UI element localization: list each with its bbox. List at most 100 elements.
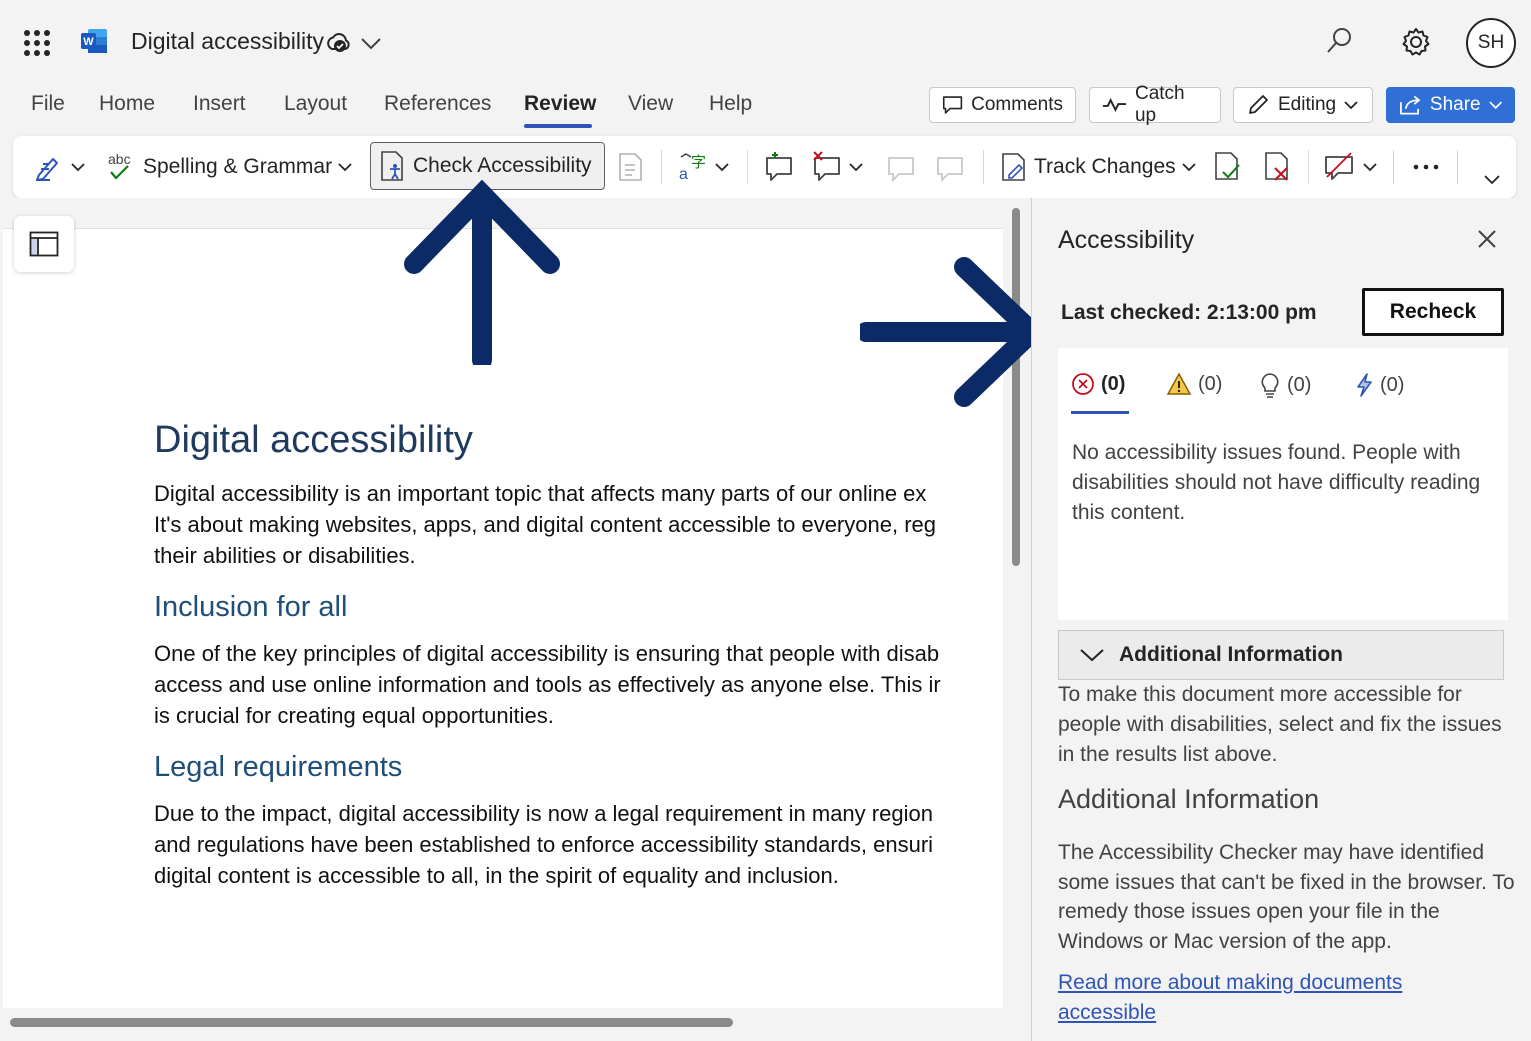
- warning-icon: [1166, 372, 1192, 395]
- delete-comment-icon: [813, 151, 840, 181]
- tab-file[interactable]: File: [31, 92, 65, 116]
- spelling-grammar-button[interactable]: abc Spelling & Grammar: [107, 146, 352, 188]
- translate-icon: a 字: [679, 153, 706, 183]
- share-icon: [1400, 95, 1421, 115]
- chevron-down-icon[interactable]: [360, 35, 382, 51]
- active-tab-indicator: [524, 124, 592, 128]
- editing-label: Editing: [1278, 94, 1337, 115]
- heading-inclusion: Inclusion for all: [154, 591, 348, 623]
- editor-button[interactable]: [33, 146, 85, 188]
- tab-home[interactable]: Home: [99, 92, 155, 116]
- editor-pen-icon: [36, 158, 58, 181]
- paragraph-line: and regulations have been established to…: [154, 832, 934, 857]
- chevron-down-icon: [1488, 101, 1502, 110]
- svg-text:W: W: [83, 36, 94, 48]
- paragraph-line: Digital accessibility is an important to…: [154, 481, 927, 506]
- ribbon-toolbar: abc Spelling & Grammar Check Accessibili…: [13, 136, 1516, 198]
- reject-change-icon[interactable]: [1263, 146, 1293, 188]
- errors-tab[interactable]: (0): [1071, 372, 1125, 396]
- svg-text:abc: abc: [108, 151, 131, 167]
- svg-text:字: 字: [691, 153, 706, 171]
- tab-help[interactable]: Help: [709, 92, 752, 116]
- app-launcher-icon[interactable]: [24, 30, 50, 56]
- more-options-icon[interactable]: [1411, 146, 1441, 188]
- tab-insert[interactable]: Insert: [193, 92, 246, 116]
- search-icon[interactable]: [1324, 26, 1354, 56]
- read-more-link[interactable]: Read more about making documents accessi…: [1058, 968, 1478, 1027]
- warnings-count: (0): [1198, 372, 1223, 395]
- close-icon[interactable]: [1476, 228, 1498, 250]
- expand-ribbon-icon[interactable]: [1483, 158, 1501, 200]
- results-panel: (0) (0) (0) (0) No accessibility issues …: [1058, 348, 1508, 620]
- last-checked-time: Last checked: 2:13:00 pm: [1061, 301, 1317, 324]
- previous-comment-icon[interactable]: [885, 146, 917, 188]
- word-logo-icon: W: [81, 29, 107, 53]
- accessibility-pane: Accessibility Last checked: 2:13:00 pm R…: [1031, 198, 1531, 1041]
- paragraph-line: is crucial for creating equal opportunit…: [154, 703, 554, 728]
- annotation-arrow-right: [860, 257, 1047, 407]
- paragraph-line: Due to the impact, digital accessibility…: [154, 801, 933, 826]
- tab-view[interactable]: View: [628, 92, 673, 116]
- comment-icon: [942, 96, 963, 114]
- markup-button[interactable]: [1323, 146, 1377, 188]
- active-results-tab-indicator: [1071, 411, 1129, 414]
- document-title[interactable]: Digital accessibility: [131, 28, 324, 55]
- no-issues-message: No accessibility issues found. People wi…: [1072, 441, 1481, 524]
- chevron-down-icon: [715, 163, 729, 172]
- chevron-down-icon: [1080, 649, 1104, 662]
- heading-legal: Legal requirements: [154, 751, 403, 783]
- delete-comment-button[interactable]: [811, 146, 863, 188]
- paragraph-3: Due to the impact, digital accessibility…: [154, 798, 933, 891]
- document-heading: Digital accessibility: [154, 419, 473, 461]
- catch-up-button[interactable]: Catch up: [1089, 83, 1221, 126]
- chevron-down-icon: [338, 163, 352, 172]
- editing-mode-button[interactable]: Editing: [1233, 87, 1373, 123]
- next-comment-icon[interactable]: [934, 146, 966, 188]
- document-details-icon[interactable]: [617, 146, 645, 188]
- error-circle-icon: [1072, 373, 1094, 395]
- lightbulb-icon: [1261, 373, 1279, 398]
- pulse-icon: [1102, 98, 1127, 112]
- track-changes-button[interactable]: Track Changes: [1000, 146, 1196, 188]
- new-comment-icon[interactable]: [763, 146, 795, 188]
- gear-icon[interactable]: [1400, 26, 1432, 58]
- check-accessibility-label: Check Accessibility: [413, 154, 592, 177]
- additional-information-toggle[interactable]: Additional Information: [1058, 630, 1504, 680]
- chevron-down-icon: [1363, 163, 1377, 172]
- comments-label: Comments: [971, 94, 1063, 115]
- lightning-icon: [1357, 373, 1372, 397]
- navigation-pane-button[interactable]: [14, 216, 74, 272]
- warnings-tab[interactable]: (0): [1166, 372, 1222, 396]
- paragraph-line: One of the key principles of digital acc…: [154, 641, 940, 666]
- svg-text:a: a: [679, 166, 688, 183]
- pencil-icon: [1249, 95, 1268, 114]
- tab-references[interactable]: References: [384, 92, 491, 116]
- intelligent-count: (0): [1380, 373, 1405, 396]
- additional-information-text: To make this document more accessible fo…: [1058, 683, 1502, 766]
- avatar[interactable]: SH: [1466, 18, 1516, 68]
- additional-information-label: Additional Information: [1119, 643, 1343, 666]
- pane-title: Accessibility: [1058, 226, 1195, 254]
- share-label: Share: [1429, 94, 1481, 115]
- recheck-button[interactable]: Recheck: [1362, 288, 1504, 336]
- accept-change-icon[interactable]: [1213, 146, 1243, 188]
- errors-count: (0): [1101, 372, 1126, 395]
- paragraph-line: It's about making websites, apps, and di…: [154, 512, 936, 537]
- tips-count: (0): [1287, 373, 1312, 396]
- chevron-down-icon: [71, 163, 85, 172]
- comments-button[interactable]: Comments: [929, 87, 1076, 123]
- tab-review[interactable]: Review: [524, 92, 596, 116]
- translate-button[interactable]: a 字: [677, 146, 729, 188]
- intelligent-services-tab[interactable]: (0): [1354, 372, 1404, 398]
- track-changes-icon: [1002, 153, 1025, 181]
- track-changes-label: Track Changes: [1034, 155, 1176, 178]
- share-button[interactable]: Share: [1386, 87, 1515, 123]
- tips-tab[interactable]: (0): [1259, 372, 1311, 398]
- chevron-down-icon: [849, 163, 863, 172]
- spelling-grammar-label: Spelling & Grammar: [143, 155, 333, 178]
- cloud-saved-icon: [327, 33, 350, 52]
- paragraph-line: their abilities or disabilities.: [154, 543, 416, 568]
- title-bar: W Digital accessibility SH: [0, 0, 1531, 84]
- horizontal-scrollbar[interactable]: [10, 1018, 733, 1027]
- tab-layout[interactable]: Layout: [284, 92, 347, 116]
